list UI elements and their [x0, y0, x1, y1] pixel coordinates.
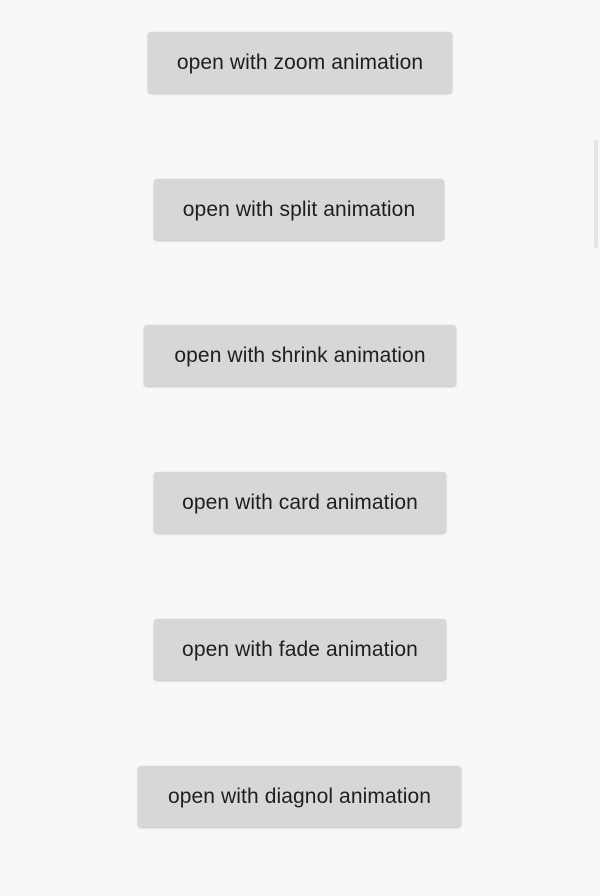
shrink-animation-button[interactable]: open with shrink animation — [144, 325, 456, 386]
zoom-animation-button[interactable]: open with zoom animation — [148, 32, 452, 93]
split-animation-button[interactable]: open with split animation — [154, 179, 444, 240]
fade-animation-button[interactable]: open with fade animation — [154, 619, 446, 680]
card-animation-button[interactable]: open with card animation — [154, 472, 446, 533]
scrollbar[interactable] — [594, 140, 598, 248]
diagnol-animation-button[interactable]: open with diagnol animation — [138, 766, 461, 827]
animation-demo-screen: open with zoom animation open with split… — [0, 0, 600, 896]
